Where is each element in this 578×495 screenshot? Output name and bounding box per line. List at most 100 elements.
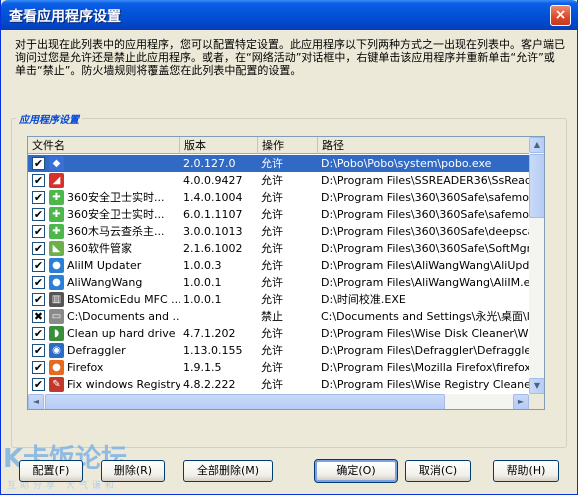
row-checkbox-cell: ✔ — [31, 274, 46, 291]
delete-all-button[interactable]: 全部删除(M) — [183, 460, 273, 482]
path-cell: D:\Program Files\360\360Safe\safemon\3 — [321, 191, 529, 204]
row-checkbox[interactable]: ✔ — [32, 361, 45, 374]
table-row[interactable]: ✖ ▭ C:\Documents and ... 禁止 C:\Documents and… — [28, 308, 529, 325]
action-cell: 允许 — [261, 259, 283, 272]
row-checkbox[interactable]: ✔ — [32, 293, 45, 306]
table-row[interactable]: ✔ ◢ 4.0.0.9427 允许 D:\Program Files\SSREADER3… — [28, 172, 529, 189]
horizontal-scrollbar[interactable]: ◄ ► — [28, 394, 529, 409]
row-checkbox-cell: ✔ — [31, 257, 46, 274]
ok-button[interactable]: 确定(O) — [314, 459, 398, 483]
table-row[interactable]: ✔ ◉ Defraggler 1.13.0.155 允许 D:\Program Files… — [28, 342, 529, 359]
file-name-cell: Firefox — [67, 361, 104, 374]
row-checkbox[interactable]: ✔ — [32, 259, 45, 272]
table-row[interactable]: ✔ ● Firefox 1.9.1.5 允许 D:\Program Files\Mozil… — [28, 359, 529, 376]
file-name-cell: 360软件管家 — [67, 242, 132, 255]
column-header-version[interactable]: 版本 — [180, 137, 258, 154]
table-row[interactable]: ✔ ▥ BSAtomicEdu MFC ... 1.0.0.1 允许 D:\时间校准.EX… — [28, 291, 529, 308]
description-text: 对于出现在此列表中的应用程序，您可以配置特定设置。此应用程序以下列两种方式之一出… — [15, 38, 565, 77]
scroll-up-button[interactable]: ▲ — [529, 137, 544, 153]
scroll-down-button[interactable]: ▼ — [529, 378, 544, 394]
version-cell: 1.0.0.3 — [183, 259, 222, 272]
row-checkbox-cell: ✖ — [31, 308, 46, 325]
column-header-action[interactable]: 操作 — [258, 137, 318, 154]
delete-button[interactable]: 删除(R) — [101, 460, 165, 482]
version-cell: 4.0.0.9427 — [183, 174, 243, 187]
action-cell: 允许 — [261, 242, 283, 255]
version-cell: 1.0.0.1 — [183, 293, 222, 306]
wise-registry-icon: ✎ — [49, 377, 64, 392]
version-cell: 1.0.0.1 — [183, 276, 222, 289]
row-checkbox[interactable]: ✔ — [32, 242, 45, 255]
version-cell: 4.8.2.222 — [183, 378, 236, 391]
title-bar[interactable]: 查看应用程序设置 × — [1, 0, 578, 30]
help-button[interactable]: 帮助(H) — [493, 460, 559, 482]
row-checkbox-cell: ✔ — [31, 189, 46, 206]
view-app-settings-dialog: 查看应用程序设置 × 对于出现在此列表中的应用程序，您可以配置特定设置。此应用程… — [0, 0, 578, 495]
column-header-name[interactable]: 文件名 — [28, 137, 180, 154]
row-checkbox-cell: ✔ — [31, 206, 46, 223]
horizontal-scroll-thumb[interactable] — [45, 394, 445, 409]
action-cell: 允许 — [261, 378, 283, 391]
group-label: 应用程序设置 — [16, 111, 82, 126]
path-cell: D:\Pobo\Pobo\system\pobo.exe — [321, 157, 492, 170]
version-cell: 1.9.1.5 — [183, 361, 222, 374]
aliim-icon: ● — [49, 258, 64, 273]
file-name-cell: Clean up hard drive ... — [67, 327, 180, 340]
row-checkbox[interactable]: ✔ — [32, 191, 45, 204]
path-cell: D:\Program Files\SSREADER36\SsReader — [321, 174, 529, 187]
row-checkbox-cell: ✔ — [31, 342, 46, 359]
path-cell: D:\Program Files\AliWangWang\AliUpdate — [321, 259, 529, 272]
action-cell: 允许 — [261, 361, 283, 374]
table-row[interactable]: ✔ ◗ Clean up hard drive ... 4.7.1.202 允许 D:\P… — [28, 325, 529, 342]
row-checkbox[interactable]: ✔ — [32, 344, 45, 357]
row-checkbox[interactable]: ✔ — [32, 276, 45, 289]
file-name-cell — [64, 155, 180, 172]
row-checkbox[interactable]: ✔ — [32, 174, 45, 187]
row-checkbox[interactable]: ✔ — [32, 378, 45, 391]
app-list[interactable]: 文件名 版本 操作 路径 ✔ ◆ 2.0.127.0 允许 D:\Pobo\Pobo\s… — [27, 136, 545, 410]
action-cell: 允许 — [261, 191, 283, 204]
scroll-left-button[interactable]: ◄ — [28, 394, 44, 409]
action-cell: 禁止 — [261, 310, 283, 323]
ssreader-icon: ◢ — [49, 173, 64, 188]
vertical-scrollbar[interactable]: ▲ ▼ — [529, 137, 544, 394]
action-cell: 允许 — [261, 208, 283, 221]
table-row[interactable]: ✔ ✚ 360木马云查杀主... 3.0.0.1013 允许 D:\Program Fil… — [28, 223, 529, 240]
version-cell: 3.0.0.1013 — [183, 225, 243, 238]
table-row[interactable]: ✔ ✚ 360安全卫士实时... 1.4.0.1004 允许 D:\Program Fil… — [28, 189, 529, 206]
row-checkbox[interactable]: ✖ — [32, 310, 45, 323]
table-row[interactable]: ✔ ◆ 2.0.127.0 允许 D:\Pobo\Pobo\system\pobo.ex… — [28, 155, 529, 172]
action-cell: 允许 — [261, 225, 283, 238]
file-name-cell: Fix windows Registry... — [67, 378, 180, 391]
document-icon: ▭ — [49, 309, 64, 324]
version-cell: 2.0.127.0 — [183, 157, 236, 170]
row-checkbox[interactable]: ✔ — [32, 225, 45, 238]
row-checkbox[interactable]: ✔ — [32, 327, 45, 340]
table-row[interactable]: ✔ ● AliWangWang 1.0.0.1 允许 D:\Program Files\A… — [28, 274, 529, 291]
version-cell — [180, 308, 258, 325]
path-cell: D:\Program Files\Mozilla Firefox\firefox… — [321, 361, 529, 374]
table-row[interactable]: ✔ ◣ 360软件管家 2.1.6.1002 允许 D:\Program Files\36… — [28, 240, 529, 257]
table-row[interactable]: ✔ ✎ Fix windows Registry... 4.8.2.222 允许 D:\P… — [28, 376, 529, 393]
table-row[interactable]: ✔ ✚ 360安全卫士实时... 6.0.1.1107 允许 D:\Program Fil… — [28, 206, 529, 223]
cancel-button[interactable]: 取消(C) — [405, 460, 471, 482]
file-name-cell: AliWangWang — [67, 276, 143, 289]
version-cell: 1.4.0.1004 — [183, 191, 243, 204]
row-checkbox[interactable]: ✔ — [32, 157, 45, 170]
version-cell: 2.1.6.1002 — [183, 242, 243, 255]
column-header-path[interactable]: 路径 — [318, 137, 529, 154]
row-checkbox-cell: ✔ — [31, 359, 46, 376]
path-cell: D:\时间校准.EXE — [321, 293, 406, 306]
table-row[interactable]: ✔ ● AliIM Updater 1.0.0.3 允许 D:\Program Files… — [28, 257, 529, 274]
configure-button[interactable]: 配置(F) — [19, 460, 83, 482]
vertical-scroll-thumb[interactable] — [529, 154, 544, 218]
aliwangwang-icon: ● — [49, 275, 64, 290]
action-cell: 允许 — [261, 276, 283, 289]
path-cell: D:\Program Files\360\360Safe\SoftMgr\So — [321, 242, 529, 255]
wise-disk-icon: ◗ — [49, 326, 64, 341]
file-name-cell: BSAtomicEdu MFC ... — [67, 293, 180, 306]
scroll-right-button[interactable]: ► — [513, 394, 529, 409]
scrollbar-corner — [529, 394, 544, 409]
row-checkbox[interactable]: ✔ — [32, 208, 45, 221]
close-button[interactable]: × — [550, 5, 571, 26]
